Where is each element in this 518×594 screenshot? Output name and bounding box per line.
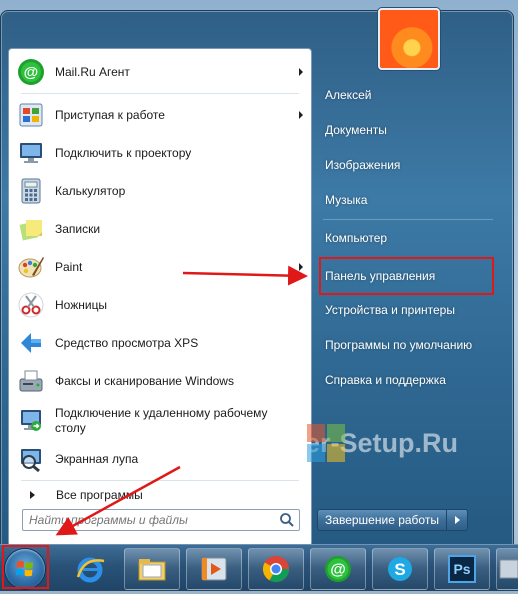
programs-pane: @ Mail.Ru Агент Приступая к работе Подкл… (8, 48, 312, 547)
file-explorer-icon (138, 559, 166, 581)
media-player-icon (201, 557, 227, 581)
start-menu: @ Mail.Ru Агент Приступая к работе Подкл… (0, 10, 514, 547)
program-icon (499, 559, 518, 579)
search-box[interactable] (22, 509, 300, 531)
getting-started-icon (16, 100, 46, 130)
shutdown-options-button[interactable] (446, 509, 468, 531)
projector-icon (16, 138, 46, 168)
taskbar-mailru-agent[interactable]: @ (310, 548, 366, 590)
taskbar-skype[interactable]: S (372, 548, 428, 590)
search-icon[interactable] (279, 512, 295, 528)
program-paint[interactable]: Paint (14, 249, 306, 285)
submenu-arrow-icon[interactable] (299, 68, 303, 76)
chevron-right-icon (454, 516, 460, 524)
divider (21, 480, 299, 481)
right-item-control-panel[interactable]: Панель управления (319, 257, 494, 295)
program-label: Факсы и сканирование Windows (55, 373, 234, 388)
program-label: Калькулятор (55, 183, 126, 198)
user-avatar[interactable] (378, 8, 440, 70)
program-getting-started[interactable]: Приступая к работе (14, 97, 306, 133)
remote-desktop-icon (16, 406, 46, 436)
program-label-line2: столу (55, 421, 86, 435)
sticky-notes-icon (16, 214, 46, 244)
right-item-default-programs[interactable]: Программы по умолчанию (319, 331, 491, 359)
magnifier-icon (16, 444, 46, 474)
mailru-agent-icon: @ (16, 57, 46, 87)
program-label: Записки (55, 221, 101, 236)
right-item-documents[interactable]: Документы (319, 116, 491, 144)
right-item-help-support[interactable]: Справка и поддержка (319, 366, 491, 394)
program-label-line1: Подключение к удаленному рабочему (55, 406, 268, 420)
svg-text:S: S (394, 560, 405, 579)
right-item-devices-printers[interactable]: Устройства и принтеры (319, 296, 491, 324)
taskbar-internet-explorer[interactable] (62, 548, 118, 590)
photoshop-icon: Ps (448, 555, 476, 583)
shutdown-button[interactable]: Завершение работы (317, 509, 447, 531)
program-label: Приступая к работе (55, 107, 165, 122)
program-xps-viewer[interactable]: Средство просмотра XPS (14, 325, 306, 361)
program-fax-scan[interactable]: Факсы и сканирование Windows (14, 363, 306, 399)
expand-arrow-icon (30, 491, 35, 499)
taskbar-chrome[interactable] (248, 548, 304, 590)
skype-icon: S (388, 557, 412, 581)
all-programs-button[interactable]: Все программы (14, 483, 306, 507)
taskbar-media-player[interactable] (186, 548, 242, 590)
right-item-pictures[interactable]: Изображения (319, 151, 491, 179)
search-input[interactable] (27, 511, 271, 529)
paint-icon (16, 252, 46, 282)
program-mailru-agent[interactable]: @ Mail.Ru Агент (14, 54, 306, 90)
mailru-agent-icon: @ (325, 556, 351, 582)
program-label: Подключить к проектору (55, 145, 192, 160)
photoshop-label: Ps (453, 561, 471, 577)
program-label: Paint (55, 259, 83, 274)
watermark-logo-icon (307, 424, 345, 462)
right-item-user[interactable]: Алексей (319, 81, 491, 109)
calculator-icon (16, 176, 46, 206)
program-label: Средство просмотра XPS (55, 335, 199, 350)
svg-text:@: @ (330, 562, 346, 579)
program-label: Экранная лупа (55, 451, 139, 466)
taskbar-program[interactable] (496, 548, 518, 590)
fax-scan-icon (16, 366, 46, 396)
internet-explorer-icon (76, 557, 105, 583)
divider (21, 93, 299, 94)
chrome-icon (262, 556, 290, 583)
program-snipping-tool[interactable]: Ножницы (14, 287, 306, 323)
right-item-computer[interactable]: Компьютер (319, 224, 491, 252)
submenu-arrow-icon[interactable] (299, 263, 303, 271)
taskbar-photoshop[interactable]: Ps (434, 548, 490, 590)
svg-text:@: @ (24, 64, 39, 81)
program-connect-projector[interactable]: Подключить к проектору (14, 135, 306, 171)
program-calculator[interactable]: Калькулятор (14, 173, 306, 209)
program-label: Mail.Ru Агент (55, 64, 130, 79)
start-button-highlight (2, 545, 49, 589)
program-sticky-notes[interactable]: Записки (14, 211, 306, 247)
divider (323, 219, 493, 220)
all-programs-label: Все программы (56, 488, 143, 502)
taskbar-file-explorer[interactable] (124, 548, 180, 590)
xps-viewer-icon (16, 328, 46, 358)
program-label: Ножницы (55, 297, 108, 312)
submenu-arrow-icon[interactable] (299, 111, 303, 119)
scissors-icon (16, 290, 46, 320)
right-item-music[interactable]: Музыка (319, 186, 491, 214)
